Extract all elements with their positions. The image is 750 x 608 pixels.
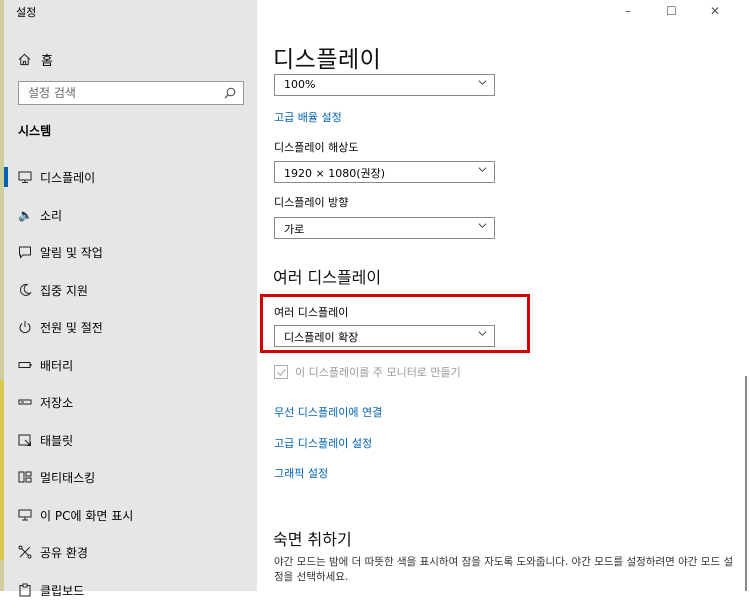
moon-icon <box>18 283 32 297</box>
sidebar-item-sound[interactable]: 🔈 소리 <box>4 196 257 234</box>
resolution-value: 1920 × 1080(권장) <box>284 165 385 181</box>
close-button[interactable]: ✕ <box>710 4 720 18</box>
multi-display-value: 디스플레이 확장 <box>284 329 358 345</box>
multi-display-dropdown[interactable]: 디스플레이 확장 <box>274 325 495 347</box>
active-indicator <box>4 167 8 187</box>
sidebar-item-label: 클립보드 <box>40 582 84 599</box>
checkmark-icon <box>276 367 287 378</box>
advanced-display-link[interactable]: 고급 디스플레이 설정 <box>274 435 372 451</box>
sidebar-item-label: 저장소 <box>40 394 73 411</box>
orientation-dropdown[interactable]: 가로 <box>274 217 495 239</box>
app-title: 설정 <box>16 4 36 20</box>
maximize-button[interactable]: ☐ <box>666 4 677 18</box>
resolution-dropdown[interactable]: 1920 × 1080(권장) <box>274 161 495 183</box>
sidebar: 설정 홈 시스템 디스플레이 🔈 소리 알림 및 작업 집중 지원 <box>4 0 257 591</box>
main-panel: – ☐ ✕ 디스플레이 100% 고급 배율 설정 디스플레이 해상도 1920… <box>257 0 750 591</box>
multi-display-heading: 여러 디스플레이 <box>273 264 381 288</box>
chevron-down-icon <box>478 329 487 338</box>
sidebar-item-label: 태블릿 <box>40 432 73 449</box>
multitasking-icon <box>18 470 32 484</box>
home-icon <box>18 53 31 66</box>
sidebar-item-battery[interactable]: 배터리 <box>4 346 257 384</box>
sidebar-item-clipboard[interactable]: 클립보드 <box>4 571 257 608</box>
section-title: 시스템 <box>18 122 51 139</box>
sidebar-item-project[interactable]: 이 PC에 화면 표시 <box>4 496 257 534</box>
main-monitor-checkbox[interactable]: 이 디스플레이를 주 모니터로 만들기 <box>274 364 461 380</box>
orientation-value: 가로 <box>284 221 304 237</box>
shared-icon <box>18 545 32 559</box>
sidebar-item-label: 공유 환경 <box>40 544 88 561</box>
notification-icon <box>18 245 32 259</box>
wireless-display-link[interactable]: 무선 디스플레이에 연결 <box>274 404 382 420</box>
storage-icon <box>18 395 32 409</box>
scale-value: 100% <box>284 78 315 91</box>
power-icon <box>18 320 32 334</box>
clipboard-icon <box>18 583 32 597</box>
sidebar-item-label: 이 PC에 화면 표시 <box>40 507 133 524</box>
home-link[interactable]: 홈 <box>18 50 53 69</box>
sidebar-item-display[interactable]: 디스플레이 <box>4 158 257 196</box>
search-icon[interactable] <box>224 87 236 99</box>
multi-display-label: 여러 디스플레이 <box>274 304 348 320</box>
sidebar-item-label: 전원 및 절전 <box>40 319 103 336</box>
sidebar-item-storage[interactable]: 저장소 <box>4 383 257 421</box>
scale-dropdown[interactable]: 100% <box>274 74 495 96</box>
sleep-heading: 숙면 취하기 <box>273 526 352 550</box>
monitor-icon <box>18 170 32 184</box>
sidebar-item-label: 알림 및 작업 <box>40 244 103 261</box>
chevron-down-icon <box>478 78 487 87</box>
sidebar-item-focus[interactable]: 집중 지원 <box>4 271 257 309</box>
chevron-down-icon <box>478 221 487 230</box>
tablet-icon <box>18 433 32 447</box>
sidebar-item-label: 배터리 <box>40 357 73 374</box>
battery-icon <box>18 358 32 372</box>
home-label: 홈 <box>41 50 53 69</box>
sidebar-item-label: 디스플레이 <box>40 169 95 186</box>
search-input[interactable] <box>26 85 220 101</box>
sidebar-item-multitasking[interactable]: 멀티태스킹 <box>4 458 257 496</box>
sidebar-item-label: 멀티태스킹 <box>40 469 95 486</box>
sidebar-item-notifications[interactable]: 알림 및 작업 <box>4 233 257 271</box>
sidebar-item-label: 집중 지원 <box>40 282 88 299</box>
checkbox-label: 이 디스플레이를 주 모니터로 만들기 <box>295 364 461 380</box>
scrollbar[interactable] <box>745 376 747 591</box>
search-box[interactable] <box>18 81 244 105</box>
resolution-label: 디스플레이 해상도 <box>274 139 358 155</box>
graphics-settings-link[interactable]: 그래픽 설정 <box>274 465 328 481</box>
project-icon <box>18 508 32 522</box>
page-title: 디스플레이 <box>273 40 381 74</box>
sidebar-item-tablet[interactable]: 태블릿 <box>4 421 257 459</box>
sidebar-item-label: 소리 <box>40 207 62 224</box>
sleep-description: 야간 모드는 밤에 더 따뜻한 색을 표시하여 잠을 자도록 도와줍니다. 야간… <box>274 555 734 585</box>
sidebar-item-power[interactable]: 전원 및 절전 <box>4 308 257 346</box>
orientation-label: 디스플레이 방향 <box>274 194 348 210</box>
speaker-icon: 🔈 <box>18 208 32 222</box>
minimize-button[interactable]: – <box>625 4 631 18</box>
sidebar-nav: 디스플레이 🔈 소리 알림 및 작업 집중 지원 전원 및 절전 배터리 저장소 <box>4 158 257 608</box>
advanced-scaling-link[interactable]: 고급 배율 설정 <box>274 109 342 125</box>
chevron-down-icon <box>478 165 487 174</box>
sidebar-item-shared[interactable]: 공유 환경 <box>4 533 257 571</box>
checkbox-box[interactable] <box>274 365 288 379</box>
